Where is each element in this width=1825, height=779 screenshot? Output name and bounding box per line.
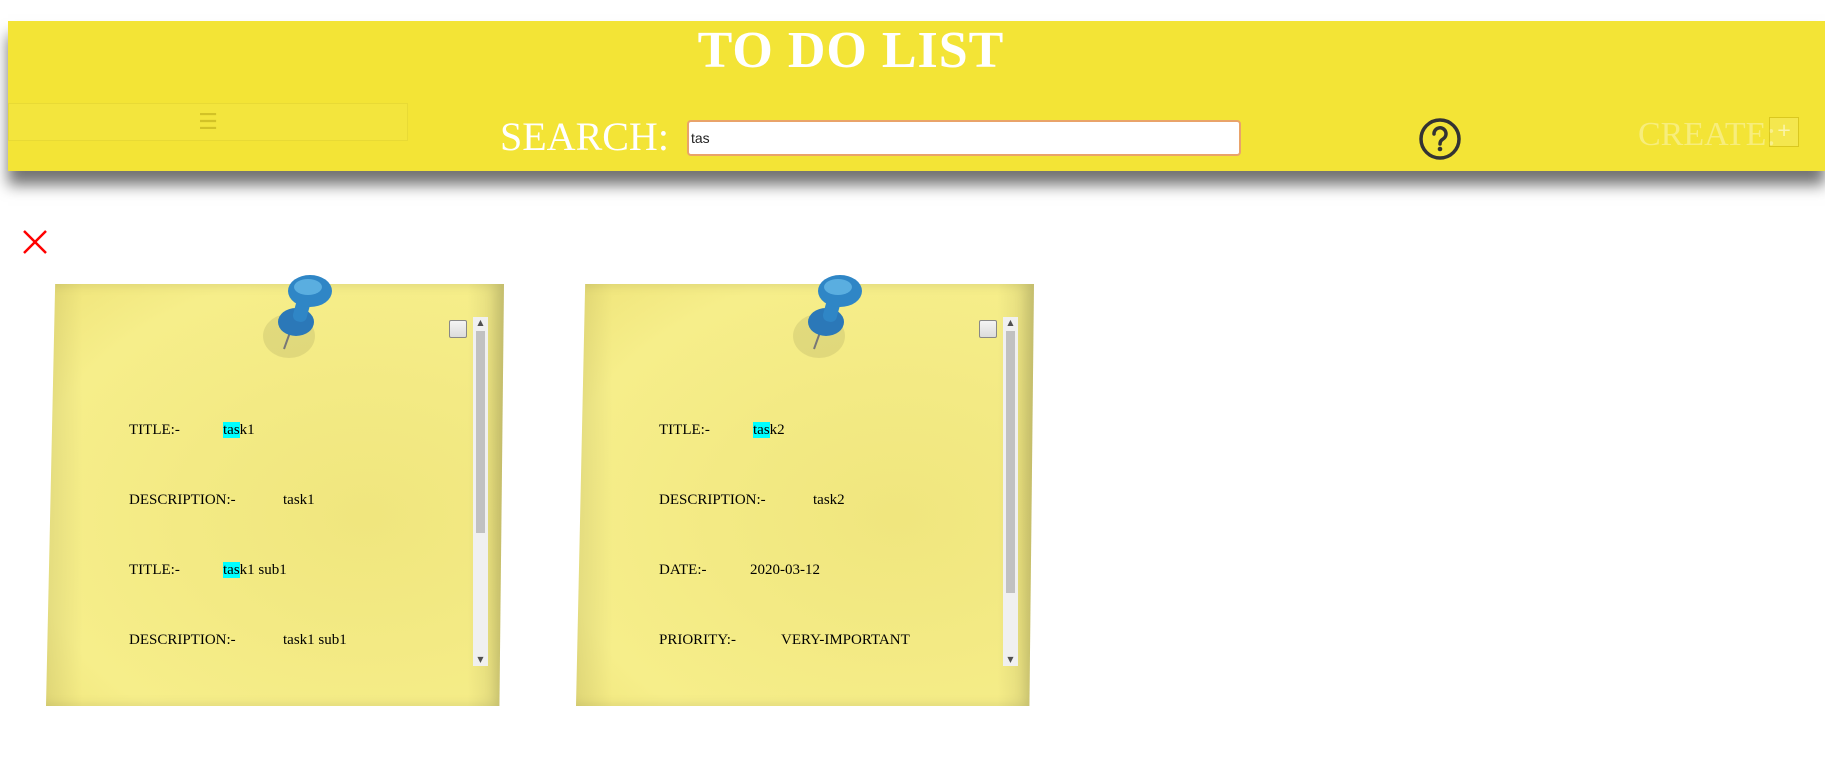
search-label: SEARCH:	[500, 114, 669, 159]
create-label: CREATE:	[1638, 116, 1776, 153]
scroll-down-arrow[interactable]: ▼	[473, 654, 488, 666]
search-highlight: tas	[223, 422, 240, 438]
create-button[interactable]: +	[1769, 117, 1799, 147]
scroll-up-arrow[interactable]: ▲	[473, 317, 488, 329]
menu-button[interactable]: ☰	[8, 103, 408, 141]
close-x-icon[interactable]	[21, 228, 49, 256]
note-checkbox[interactable]	[449, 320, 467, 338]
sticky-note: ▲ ▼ TITLE:- task2 DESCRIPTION:- task2 DA…	[576, 275, 1034, 706]
scroll-up-arrow[interactable]: ▲	[1003, 317, 1018, 329]
pushpin-icon	[793, 275, 862, 358]
app-header: TO DO LIST ☰ SEARCH: CREATE: +	[8, 21, 1825, 171]
note-scrollbar[interactable]: ▲ ▼	[473, 317, 488, 666]
note-checkbox[interactable]	[979, 320, 997, 338]
note-scrollbar[interactable]: ▲ ▼	[1003, 317, 1018, 666]
scroll-down-arrow[interactable]: ▼	[1003, 654, 1018, 666]
sticky-note: ▲ ▼ TITLE:- task1 DESCRIPTION:- task1 TI…	[46, 275, 504, 706]
search-highlight: tas	[223, 562, 240, 578]
page-title: TO DO LIST	[697, 22, 1005, 79]
hamburger-icon: ☰	[198, 109, 218, 135]
search-highlight: tas	[753, 422, 770, 438]
pushpin-icon	[263, 275, 332, 358]
scroll-thumb[interactable]	[476, 331, 485, 533]
search-input[interactable]	[687, 120, 1241, 156]
scroll-thumb[interactable]	[1006, 331, 1015, 593]
question-mark-icon[interactable]	[1418, 117, 1462, 161]
